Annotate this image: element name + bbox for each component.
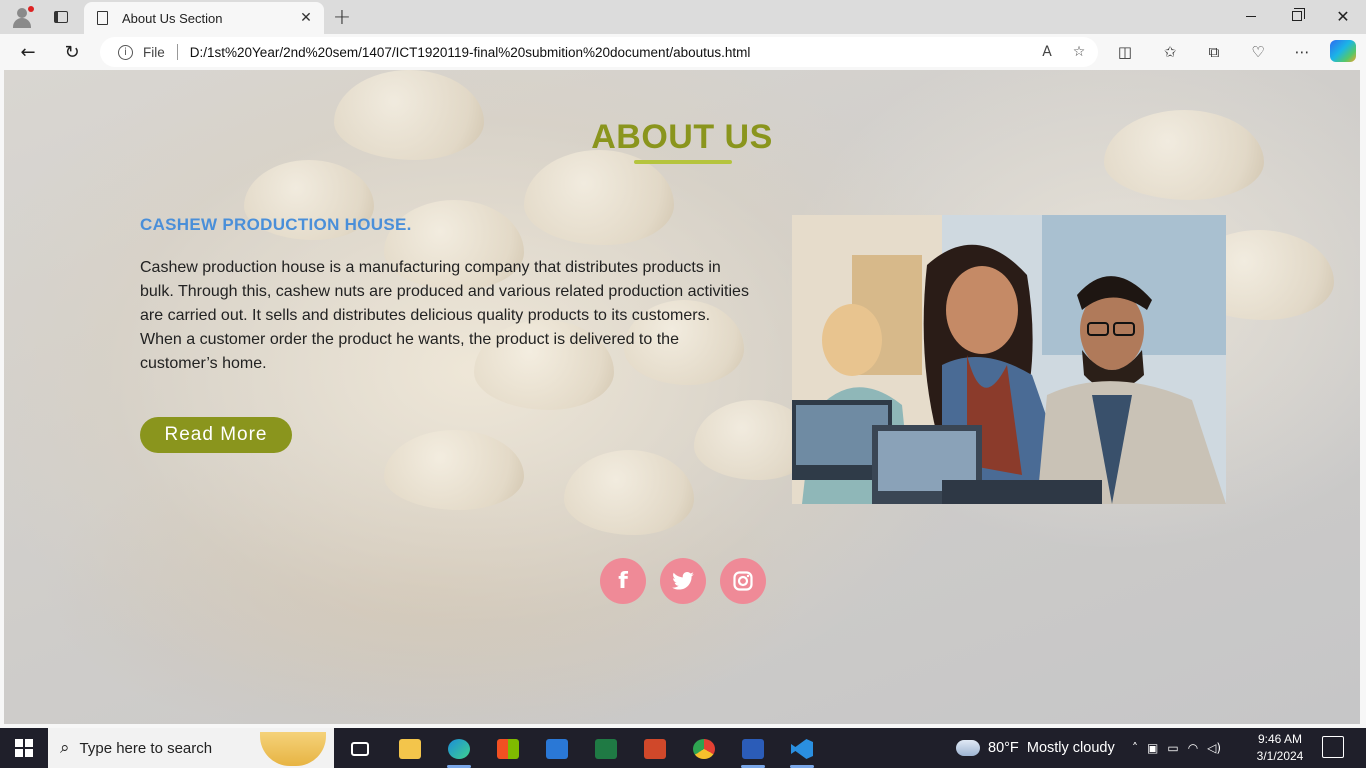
collections-icon[interactable]: ⧉ [1202, 41, 1226, 63]
weather-text: Mostly cloudy [1026, 740, 1115, 756]
new-tab-button[interactable]: + [330, 5, 354, 30]
copilot-icon[interactable] [1330, 40, 1356, 62]
close-tab-icon[interactable]: ✕ [296, 8, 316, 28]
restore-button[interactable] [1274, 0, 1320, 32]
minimize-button[interactable] [1228, 0, 1274, 32]
tab-strip: About Us Section ✕ + ✕ [0, 0, 1366, 34]
page-title: ABOUT US [591, 118, 773, 156]
more-icon[interactable]: ⋯ [1290, 41, 1314, 63]
search-placeholder: Type here to search [79, 739, 213, 757]
clock-time: 9:46 AM [1257, 732, 1303, 746]
browser-toolbar: ← ↻ i File D:/1st%20Year/2nd%20sem/1407/… [0, 34, 1366, 70]
info-icon[interactable]: i [118, 44, 133, 60]
instagram-camera-icon [733, 571, 753, 591]
microsoft-store-icon[interactable] [488, 732, 528, 766]
chevron-up-icon[interactable]: ˄ [1132, 741, 1138, 755]
weather-widget[interactable]: 80°F Mostly cloudy [953, 728, 1115, 768]
edge-icon[interactable] [439, 732, 479, 768]
page-icon [97, 11, 108, 25]
favorites-icon[interactable]: ✩ [1158, 41, 1182, 63]
address-separator [176, 44, 178, 60]
vscode-icon[interactable] [782, 732, 822, 768]
notifications-icon[interactable] [1322, 736, 1344, 758]
system-tray: ˄ ▣ ▭ ◠ ◁) [1132, 728, 1221, 768]
social-links: f [600, 558, 766, 604]
workspaces-icon[interactable] [50, 6, 72, 28]
task-view-icon[interactable] [340, 732, 380, 766]
clock[interactable]: 9:46 AM 3/1/2024 [1250, 731, 1310, 765]
search-icon: ⌕ [60, 738, 70, 758]
twitter-icon[interactable] [660, 558, 706, 604]
about-description: Cashew production house is a manufacturi… [140, 259, 749, 372]
weather-temp: 80°F [988, 740, 1019, 756]
about-us-page: ABOUT US CASHEW PRODUCTION HOUSE. Cashew… [4, 70, 1360, 724]
address-bar[interactable]: i File D:/1st%20Year/2nd%20sem/1407/ICT1… [100, 37, 1098, 67]
read-more-button[interactable]: Read More [140, 417, 292, 453]
file-explorer-icon[interactable] [390, 732, 430, 766]
meet-now-icon[interactable]: ▣ [1147, 741, 1158, 755]
back-button[interactable]: ← [14, 40, 42, 64]
performance-icon[interactable]: ♡ [1246, 41, 1270, 63]
section-subtitle: CASHEW PRODUCTION HOUSE. [140, 215, 412, 234]
wifi-icon[interactable]: ◠ [1188, 741, 1198, 755]
cashew-decoration [524, 150, 674, 245]
team-photo-illustration [792, 215, 1226, 504]
split-screen-icon[interactable]: ◫ [1113, 41, 1137, 63]
word-icon[interactable] [733, 732, 773, 768]
taskbar-search[interactable]: ⌕ Type here to search [48, 728, 334, 768]
clock-date: 3/1/2024 [1256, 749, 1304, 763]
volume-icon[interactable]: ◁) [1207, 741, 1221, 755]
profile-icon[interactable] [8, 4, 36, 30]
tab-about-us[interactable]: About Us Section ✕ [84, 2, 324, 34]
excel-icon[interactable] [586, 732, 626, 766]
chrome-icon[interactable] [684, 732, 724, 766]
address-scheme-label: File [143, 44, 165, 60]
facebook-icon[interactable]: f [600, 558, 646, 604]
battery-icon[interactable]: ▭ [1167, 741, 1178, 755]
favorite-star-icon[interactable]: ☆ [1066, 41, 1092, 63]
tab-title: About Us Section [122, 10, 223, 26]
windows-taskbar: ⌕ Type here to search 80°F Mostly cloudy… [0, 728, 1366, 768]
cashew-decoration [384, 430, 524, 510]
instagram-icon[interactable] [720, 558, 766, 604]
cloud-icon [953, 735, 980, 756]
browser-window: About Us Section ✕ + ✕ ← ↻ i File D:/1st… [0, 0, 1366, 728]
search-highlight-icon [260, 732, 326, 766]
team-photo [792, 215, 1226, 504]
mail-icon[interactable] [537, 732, 577, 766]
url-text[interactable]: D:/1st%20Year/2nd%20sem/1407/ICT1920119-… [190, 45, 1034, 60]
heading-container: ABOUT US [4, 118, 1360, 157]
start-button[interactable] [0, 728, 48, 768]
cashew-decoration [564, 450, 694, 535]
powerpoint-icon[interactable] [635, 732, 675, 766]
reload-button[interactable]: ↻ [58, 40, 86, 64]
read-aloud-icon[interactable]: A [1034, 41, 1060, 63]
title-underline [634, 160, 732, 164]
close-window-button[interactable]: ✕ [1320, 0, 1366, 32]
twitter-bird-icon [672, 572, 694, 590]
